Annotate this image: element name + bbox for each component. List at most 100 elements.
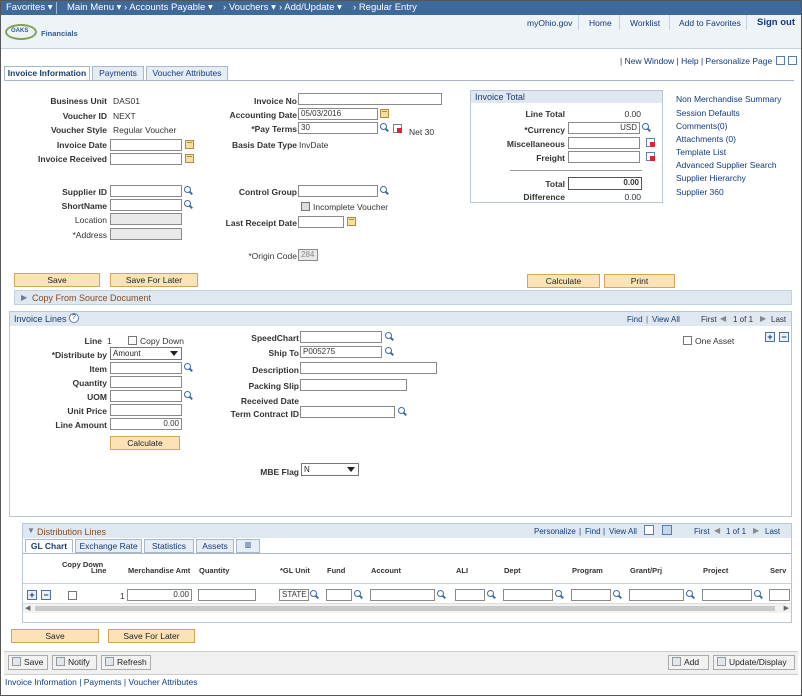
scroll-thumb[interactable]: [35, 606, 775, 611]
pay-terms-detail-icon[interactable]: [393, 124, 402, 133]
tab-gl-chart[interactable]: GL Chart: [25, 539, 73, 553]
horizontal-scrollbar[interactable]: ◀ ▶: [23, 603, 791, 613]
download-icon[interactable]: [662, 525, 672, 535]
search-icon[interactable]: [487, 590, 496, 599]
personalize-page-link[interactable]: Personalize Page: [706, 56, 773, 66]
breadcrumb-accounts-payable[interactable]: › Accounts Payable ▾: [124, 2, 213, 13]
toolbar-add-button[interactable]: Add: [668, 655, 709, 670]
footer-payments-link[interactable]: Payments: [84, 677, 122, 687]
scroll-right-icon[interactable]: ▶: [784, 604, 789, 612]
misc-detail-icon[interactable]: [646, 138, 655, 147]
program-input[interactable]: [571, 589, 611, 601]
supplier-id-input[interactable]: [110, 185, 182, 197]
search-icon[interactable]: [613, 590, 622, 599]
toolbar-update-display-button[interactable]: Update/Display: [713, 655, 795, 670]
ali-input[interactable]: [455, 589, 485, 601]
search-icon[interactable]: [754, 590, 763, 599]
invoice-received-input[interactable]: [110, 153, 182, 165]
copy-down-checkbox[interactable]: [128, 336, 137, 345]
invoice-date-input[interactable]: [110, 139, 182, 151]
find-link[interactable]: Find: [585, 527, 601, 536]
distribute-by-select[interactable]: Amount: [110, 347, 182, 360]
fund-input[interactable]: [326, 589, 352, 601]
dept-input[interactable]: [503, 589, 553, 601]
project-input[interactable]: [702, 589, 752, 601]
search-icon[interactable]: [686, 590, 695, 599]
search-icon[interactable]: [642, 123, 651, 132]
add-row-icon[interactable]: +: [765, 332, 775, 342]
next-icon[interactable]: ▶: [760, 314, 766, 323]
currency-input[interactable]: USD: [568, 122, 640, 134]
tab-statistics[interactable]: Statistics: [144, 539, 194, 553]
miscellaneous-input[interactable]: [568, 137, 640, 149]
calendar-icon[interactable]: [185, 140, 194, 149]
view-all-link[interactable]: View All: [609, 527, 637, 536]
save-for-later-button[interactable]: Save For Later: [110, 273, 198, 287]
home-link[interactable]: Home: [589, 18, 612, 28]
footer-invoice-information-link[interactable]: Invoice Information: [5, 677, 77, 687]
prev-icon[interactable]: ◀: [714, 526, 720, 535]
description-input[interactable]: [300, 362, 437, 374]
pay-terms-input[interactable]: 30: [298, 122, 378, 134]
unit-price-input[interactable]: [110, 404, 182, 416]
prev-icon[interactable]: ◀: [720, 314, 726, 323]
breadcrumb-vouchers[interactable]: › Vouchers ▾: [223, 2, 276, 13]
search-icon[interactable]: [310, 590, 319, 599]
uom-input[interactable]: [110, 390, 182, 402]
find-link[interactable]: Find: [627, 315, 643, 324]
calendar-icon[interactable]: [185, 154, 194, 163]
attachments-link[interactable]: Attachments (0): [676, 134, 736, 144]
tab-invoice-information[interactable]: Invoice Information: [4, 66, 90, 81]
calendar-icon[interactable]: [347, 217, 356, 226]
quantity-input[interactable]: [110, 376, 182, 388]
search-icon[interactable]: [385, 347, 394, 356]
search-icon[interactable]: [380, 123, 389, 132]
template-list-link[interactable]: Template List: [676, 147, 726, 157]
invoice-no-input[interactable]: [298, 93, 442, 105]
copy-from-source-label[interactable]: Copy From Source Document: [32, 293, 151, 303]
toolbar-refresh-button[interactable]: Refresh: [101, 655, 151, 670]
tab-assets[interactable]: Assets: [196, 539, 234, 553]
bottom-save-button[interactable]: Save: [11, 629, 99, 643]
search-icon[interactable]: [184, 186, 193, 195]
calendar-icon[interactable]: [380, 109, 389, 118]
accounting-date-input[interactable]: 05/03/2016: [298, 108, 378, 120]
worklist-link[interactable]: Worklist: [630, 18, 660, 28]
new-window-link[interactable]: New Window: [625, 56, 675, 66]
search-icon[interactable]: [555, 590, 564, 599]
packing-slip-input[interactable]: [300, 379, 407, 391]
search-icon[interactable]: [398, 407, 407, 416]
help-icon[interactable]: ?: [69, 313, 79, 323]
shortname-input[interactable]: [110, 199, 182, 211]
last-receipt-date-input[interactable]: [298, 216, 344, 228]
item-input[interactable]: [110, 362, 182, 374]
delete-row-icon[interactable]: −: [779, 332, 789, 342]
search-icon[interactable]: [437, 590, 446, 599]
copy-from-source-bar[interactable]: ▶ Copy From Source Document: [14, 290, 792, 305]
ship-to-input[interactable]: P005275: [300, 346, 382, 358]
favorites-menu[interactable]: Favorites ▾: [6, 2, 53, 13]
personalize-link[interactable]: Personalize: [534, 527, 576, 536]
supplier-360-link[interactable]: Supplier 360: [676, 187, 724, 197]
next-icon[interactable]: ▶: [753, 526, 759, 535]
grant-prj-input[interactable]: [629, 589, 684, 601]
tab-exchange-rate[interactable]: Exchange Rate: [75, 539, 142, 553]
mbe-flag-select[interactable]: N: [301, 463, 359, 476]
main-menu[interactable]: Main Menu ▾: [67, 2, 121, 13]
sign-out-link[interactable]: Sign out: [757, 17, 795, 28]
dist-quantity-input[interactable]: [198, 589, 256, 601]
merchandise-amt-input[interactable]: 0.00: [127, 589, 192, 601]
session-defaults-link[interactable]: Session Defaults: [676, 108, 740, 118]
add-to-favorites-link[interactable]: Add to Favorites: [679, 18, 741, 28]
search-icon[interactable]: [184, 363, 193, 372]
bottom-save-for-later-button[interactable]: Save For Later: [108, 629, 195, 643]
non-merchandise-summary-link[interactable]: Non Merchandise Summary: [676, 94, 781, 104]
search-icon[interactable]: [354, 590, 363, 599]
incomplete-voucher-checkbox[interactable]: [301, 202, 310, 211]
calculate-button[interactable]: Calculate: [527, 274, 600, 288]
tab-voucher-attributes[interactable]: Voucher Attributes: [146, 66, 228, 81]
myohio-link[interactable]: myOhio.gov: [527, 18, 572, 28]
serv-input[interactable]: [769, 589, 790, 601]
line-calculate-button[interactable]: Calculate: [110, 436, 180, 450]
collapse-arrow-icon[interactable]: ▼: [27, 526, 35, 535]
